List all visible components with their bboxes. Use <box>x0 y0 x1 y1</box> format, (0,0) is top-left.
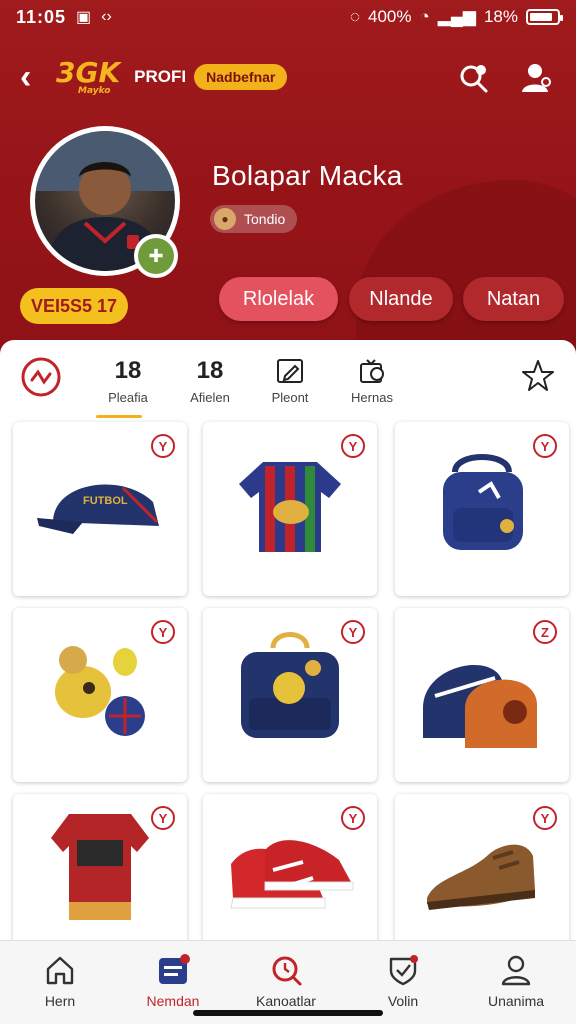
brand-logo: 3GK Mayko <box>56 55 121 96</box>
item-corner-badge[interactable]: Y <box>341 434 365 458</box>
header-decoration <box>356 180 576 362</box>
battery-percent: 400% <box>368 7 412 26</box>
battery-icon <box>526 9 563 25</box>
profile-tag-label: Tondio <box>244 211 286 227</box>
secondary-action-button[interactable]: Nlande <box>349 277 453 321</box>
team-icon: ● <box>214 208 236 230</box>
content-card: 18 Pleafia 18 Afielen Pleont Hernas FUTB… <box>0 340 576 968</box>
nav-item-search[interactable]: Kanoatlar <box>236 953 336 1009</box>
profile-name: Bolapar Macka <box>212 160 403 191</box>
stat-followers-label: Afielen <box>190 390 230 405</box>
status-time: 11:05 <box>16 6 67 27</box>
star-icon[interactable] <box>520 358 556 394</box>
item-corner-badge[interactable]: Y <box>341 620 365 644</box>
user-icon <box>501 955 531 986</box>
status-pill[interactable]: Nadbefnar <box>194 64 288 90</box>
edit-icon <box>277 359 303 383</box>
nav-shield-label: Volin <box>387 993 419 1009</box>
nav-item-list[interactable]: Nemdan <box>123 953 223 1009</box>
tertiary-action-button[interactable]: Natan <box>463 277 564 321</box>
item-corner-badge[interactable]: Y <box>151 434 175 458</box>
active-tab-indicator <box>96 415 142 418</box>
profile-label: PROFI <box>134 67 187 86</box>
stats-row: 18 Pleafia 18 Afielen Pleont Hernas <box>0 340 576 418</box>
verified-badge: ✚ <box>134 234 178 278</box>
search-user-icon[interactable] <box>456 60 492 96</box>
grid-item[interactable]: Y <box>13 608 187 782</box>
stat-followers[interactable]: 18 Afielen <box>178 356 242 405</box>
item-corner-badge[interactable]: Y <box>151 806 175 830</box>
stat-points-label: Pleont <box>271 390 309 405</box>
top-bar: ‹ 3GK Mayko PROFI Nadbefnar <box>0 52 576 102</box>
back-arrow-icon[interactable]: ‹ <box>20 58 50 97</box>
item-corner-badge[interactable]: Y <box>533 806 557 830</box>
list-icon <box>159 954 190 984</box>
logo-text: 3GK <box>56 55 121 89</box>
activity-icon[interactable] <box>20 356 62 398</box>
stat-followers-number: 18 <box>196 357 224 384</box>
grid-item[interactable]: Z <box>395 608 569 782</box>
mute-icon: ◌ <box>349 7 360 26</box>
level-badge: VEI5S5 17 <box>20 288 128 324</box>
gift-icon <box>360 359 384 383</box>
account-settings-icon[interactable] <box>518 60 554 96</box>
nav-item-user[interactable]: Unanima <box>466 953 566 1009</box>
item-corner-badge[interactable]: Y <box>533 434 557 458</box>
shield-badge-icon: ✚ <box>138 238 174 274</box>
search-icon <box>272 956 302 986</box>
home-icon <box>46 956 74 985</box>
stat-posts[interactable]: 18 Pleafia <box>96 356 160 405</box>
svg-text:FUTBOL: FUTBOL <box>83 495 128 507</box>
stat-points[interactable]: Pleont <box>258 356 322 405</box>
grid-item[interactable]: Y <box>203 608 377 782</box>
nav-search-label: Kanoatlar <box>256 993 316 1009</box>
home-indicator[interactable] <box>193 1010 383 1016</box>
primary-action-button[interactable]: Rlolelak <box>219 277 338 321</box>
status-extra: 18% <box>483 7 518 26</box>
item-corner-badge[interactable]: Y <box>341 806 365 830</box>
stat-posts-number: 18 <box>114 357 142 384</box>
nav-item-home[interactable]: Hern <box>10 953 110 1009</box>
grid-item[interactable]: Y <box>203 422 377 596</box>
nav-home-label: Hern <box>44 993 76 1009</box>
item-corner-badge[interactable]: Y <box>151 620 175 644</box>
grid-item[interactable]: FUTBOL Y <box>13 422 187 596</box>
profile-screen: 11:05 ▣ ‹› ◌ 400% ◔ ▂▄▆ 18% ‹ 3GK Mayko … <box>0 0 576 1024</box>
stat-heroes[interactable]: Hernas <box>340 356 404 405</box>
shield-icon <box>389 955 418 986</box>
stat-heroes-label: Hernas <box>351 390 393 405</box>
item-corner-badge[interactable]: Z <box>533 620 557 644</box>
nav-user-label: Unanima <box>487 993 545 1009</box>
nav-list-label: Nemdan <box>146 993 200 1009</box>
nav-item-shield[interactable]: Volin <box>353 953 453 1009</box>
cast-icon: ‹› <box>101 8 112 25</box>
status-bar: 11:05 ▣ ‹› ◌ 400% ◔ ▂▄▆ 18% <box>0 0 576 34</box>
stat-posts-label: Pleafia <box>108 390 148 405</box>
grid-item[interactable]: Y <box>395 422 569 596</box>
signal-icon: ▂▄▆ <box>437 7 476 26</box>
gallery-icon: ▣ <box>76 9 92 26</box>
wifi-icon: ◔ <box>419 7 430 26</box>
profile-tag[interactable]: ● Tondio <box>210 205 298 233</box>
